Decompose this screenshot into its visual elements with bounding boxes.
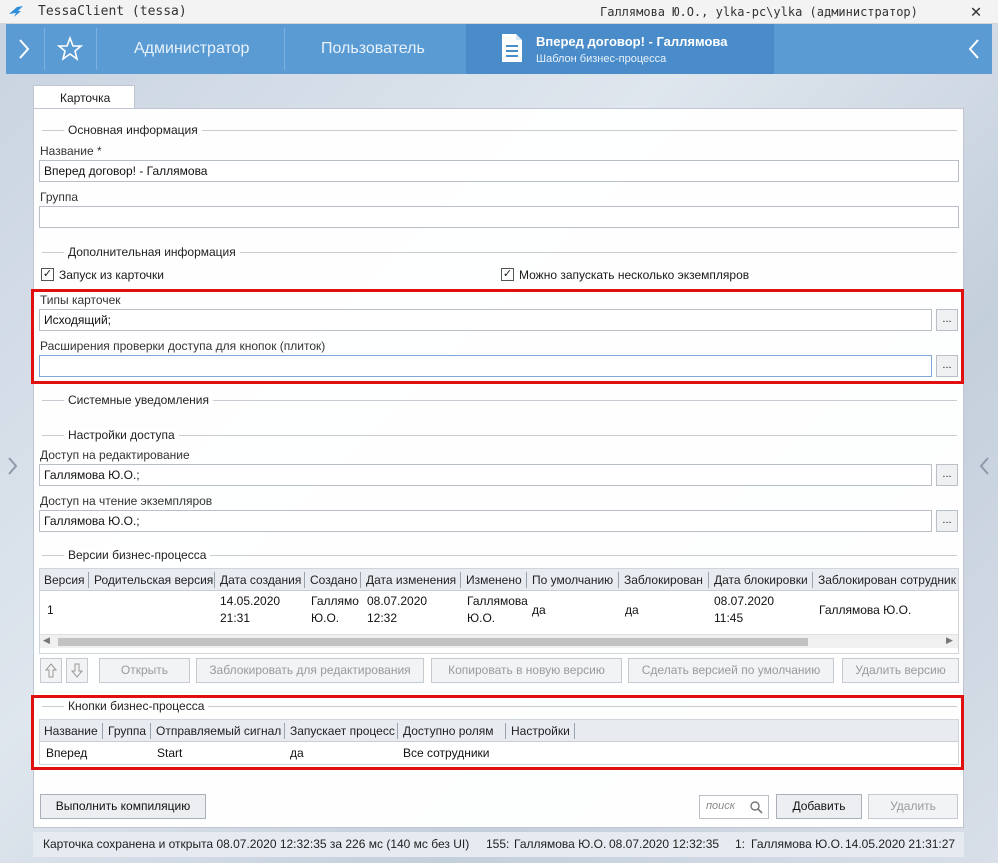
section-extra-info: Дополнительная информация bbox=[64, 245, 240, 259]
right-panel-chevron-icon[interactable] bbox=[978, 455, 992, 477]
expand-left-panel-button[interactable] bbox=[6, 24, 42, 74]
compile-button[interactable]: Выполнить компиляцию bbox=[40, 794, 206, 819]
tab-active-card[interactable]: Вперед договор! - Галлямова Шаблон бизне… bbox=[466, 24, 774, 74]
cell-created-by-1: Галлямо bbox=[311, 594, 359, 608]
col-parent-version[interactable]: Родительская версия bbox=[94, 573, 213, 587]
user-info: Галлямова Ю.О., ylka-pc\ylka (администра… bbox=[600, 5, 918, 19]
scroll-right-icon[interactable]: ▶ bbox=[946, 635, 953, 646]
section-main-info: Основная информация bbox=[64, 123, 202, 137]
status-first-user: Галлямова Ю.О. bbox=[751, 837, 844, 851]
col-modified-date[interactable]: Дата изменения bbox=[366, 573, 456, 587]
left-panel-chevron-icon[interactable] bbox=[6, 455, 20, 477]
multiple-instances-checkbox[interactable]: ✓ bbox=[501, 268, 514, 281]
status-bar: Карточка сохранена и открыта 08.07.2020 … bbox=[33, 832, 964, 857]
cell-is-default: да bbox=[532, 603, 546, 617]
versions-table-header: Версия Родительская версия Дата создания… bbox=[40, 569, 958, 591]
expand-right-panel-button[interactable] bbox=[956, 24, 992, 74]
tessa-bird-icon bbox=[9, 6, 23, 17]
lock-version-button[interactable]: Заблокировать для редактирования bbox=[196, 658, 424, 683]
search-box[interactable]: поиск bbox=[699, 795, 769, 819]
highlight-card-types bbox=[31, 289, 964, 384]
status-revision-date: 08.07.2020 12:32:35 bbox=[609, 837, 720, 851]
tab-card[interactable]: Карточка bbox=[33, 85, 135, 109]
scroll-thumb[interactable] bbox=[58, 638, 808, 646]
open-version-button[interactable]: Открыть bbox=[99, 658, 190, 683]
group-label: Группа bbox=[40, 190, 79, 204]
versions-table-row[interactable]: 1 14.05.2020 21:31 Галлямо Ю.О. 08.07.20… bbox=[40, 592, 958, 632]
required-mark: * bbox=[97, 144, 102, 158]
copy-version-button[interactable]: Копировать в новую версию bbox=[431, 658, 622, 683]
app-title: TessaClient (tessa) bbox=[38, 4, 187, 19]
close-window-button[interactable]: ✕ bbox=[954, 0, 998, 24]
chevron-left-icon bbox=[968, 39, 979, 59]
tab-admin[interactable]: Администратор bbox=[134, 40, 249, 58]
active-card-subtitle: Шаблон бизнес-процесса bbox=[536, 53, 667, 65]
cell-created-date: 14.05.2020 bbox=[220, 594, 281, 608]
cell-lock-time: 11:45 bbox=[714, 611, 744, 625]
cell-version: 1 bbox=[47, 603, 54, 617]
cell-created-time: 21:31 bbox=[220, 611, 251, 625]
col-is-default[interactable]: По умолчанию bbox=[532, 573, 613, 587]
section-system-notifications[interactable]: Системные уведомления bbox=[64, 393, 213, 407]
section-versions: Версии бизнес-процесса bbox=[64, 548, 211, 562]
col-locked[interactable]: Заблокирован bbox=[624, 573, 703, 587]
move-down-button[interactable] bbox=[66, 658, 88, 683]
status-first-number: 1: bbox=[735, 837, 746, 851]
cell-modified-by-2: Ю.О. bbox=[467, 611, 496, 625]
active-card-title: Вперед договор! - Галлямова bbox=[536, 34, 728, 49]
status-revision-number: 155: bbox=[486, 837, 510, 851]
cell-lock-date: 08.07.2020 bbox=[714, 594, 775, 608]
name-label: Название bbox=[40, 144, 94, 158]
multiple-instances-label: Можно запускать несколько экземпляров bbox=[519, 268, 750, 282]
search-placeholder: поиск bbox=[706, 800, 735, 812]
cell-locked-by: Галлямова Ю.О. bbox=[819, 603, 912, 617]
cell-locked: да bbox=[625, 603, 639, 617]
cell-modified-time: 12:32 bbox=[367, 611, 398, 625]
versions-horizontal-scrollbar[interactable]: ◀ ▶ bbox=[40, 634, 958, 648]
move-up-button[interactable] bbox=[40, 658, 62, 683]
group-input[interactable] bbox=[39, 206, 959, 228]
make-default-version-button[interactable]: Сделать версией по умолчанию bbox=[628, 658, 834, 683]
col-created-by[interactable]: Создано bbox=[310, 573, 357, 587]
scroll-left-icon[interactable]: ◀ bbox=[43, 635, 50, 646]
card-panel: Основная информация Название * Вперед до… bbox=[31, 108, 964, 828]
start-from-card-checkbox[interactable]: ✓ bbox=[41, 268, 54, 281]
tab-user[interactable]: Пользователь bbox=[321, 40, 425, 58]
star-icon bbox=[56, 35, 84, 61]
col-locked-by[interactable]: Заблокирован сотрудник bbox=[818, 573, 958, 587]
read-access-label: Доступ на чтение экземпляров bbox=[40, 494, 213, 508]
chevron-right-icon bbox=[19, 39, 30, 59]
col-created-date[interactable]: Дата создания bbox=[220, 573, 301, 587]
top-navigation-bar: Администратор Пользователь Вперед догово… bbox=[6, 24, 992, 74]
col-version[interactable]: Версия bbox=[44, 573, 85, 587]
delete-version-button[interactable]: Удалить версию bbox=[842, 658, 959, 683]
col-modified-by[interactable]: Изменено bbox=[466, 573, 522, 587]
col-lock-date[interactable]: Дата блокировки bbox=[714, 573, 808, 587]
read-access-select-button[interactable]: ... bbox=[936, 510, 958, 532]
search-icon bbox=[750, 801, 763, 814]
arrow-down-icon bbox=[70, 663, 84, 678]
document-icon bbox=[502, 34, 522, 62]
status-first-date: 14.05.2020 21:31:27 bbox=[845, 837, 956, 851]
read-access-input[interactable]: Галлямова Ю.О.; bbox=[39, 510, 932, 532]
name-input[interactable]: Вперед договор! - Галлямова bbox=[39, 160, 959, 182]
cell-created-by-2: Ю.О. bbox=[311, 611, 340, 625]
add-button[interactable]: Добавить bbox=[776, 794, 862, 819]
arrow-up-icon bbox=[44, 663, 58, 678]
edit-access-label: Доступ на редактирование bbox=[40, 448, 190, 462]
status-saved-message: Карточка сохранена и открыта 08.07.2020 … bbox=[43, 837, 470, 851]
cell-modified-date: 08.07.2020 bbox=[367, 594, 428, 608]
edit-access-input[interactable]: Галлямова Ю.О.; bbox=[39, 464, 932, 486]
window-titlebar: TessaClient (tessa) Галлямова Ю.О., ylka… bbox=[0, 0, 998, 24]
favorites-button[interactable] bbox=[46, 24, 94, 74]
status-revision-user: Галлямова Ю.О. bbox=[514, 837, 607, 851]
cell-modified-by-1: Галлямова bbox=[467, 594, 528, 608]
remove-button[interactable]: Удалить bbox=[868, 794, 958, 819]
highlight-bp-buttons bbox=[31, 695, 964, 770]
start-from-card-label: Запуск из карточки bbox=[59, 268, 164, 282]
section-access-settings: Настройки доступа bbox=[64, 428, 179, 442]
edit-access-select-button[interactable]: ... bbox=[936, 464, 958, 486]
